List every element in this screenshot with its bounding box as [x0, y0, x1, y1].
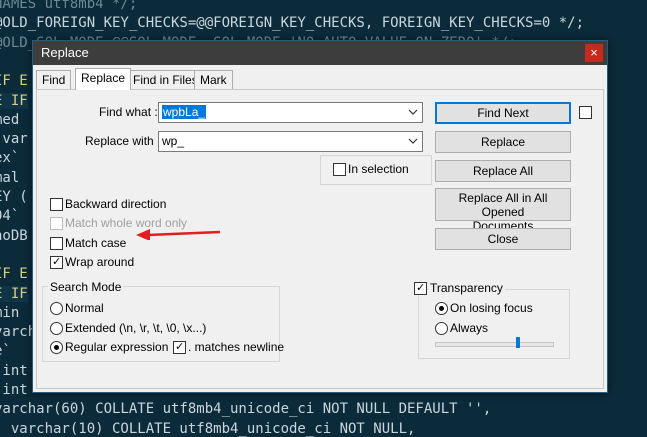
regular-expression-radio[interactable] — [50, 341, 63, 354]
replace-with-value: wp_ — [162, 134, 185, 148]
checkmark-icon: ✓ — [52, 256, 62, 268]
code-line: @OLD_FOREIGN_KEY_CHECKS=@@FOREIGN_KEY_CH… — [0, 15, 585, 32]
code-line: ex` — [0, 150, 20, 167]
tab-find-in-files[interactable]: Find in Files — [127, 70, 204, 90]
code-line: E IF — [0, 285, 28, 302]
code-line: noDB — [0, 227, 28, 244]
checkmark-icon: ✓ — [175, 341, 185, 353]
replace-dialog: Replace × Find Replace Find in Files Mar… — [32, 40, 608, 393]
wrap-around-label: Wrap around — [65, 255, 135, 269]
code-line: var — [2, 131, 28, 148]
replace-all-opened-line1: Replace All in All Opened — [458, 191, 548, 219]
replace-with-label: Replace with : — [85, 134, 161, 148]
close-icon[interactable]: × — [585, 44, 603, 62]
match-case-label: Match case — [65, 236, 127, 250]
code-line: mal — [0, 169, 20, 186]
code-line: NAMES utf8mb4 */; — [0, 0, 138, 12]
tab-find[interactable]: Find — [36, 70, 72, 90]
replace-button-label: Replace — [480, 135, 526, 149]
regular-expression-label: Regular expression — [65, 340, 169, 354]
code-line: 04` — [0, 208, 20, 225]
code-line: IF E — [0, 266, 28, 283]
replace-with-field[interactable]: wp_ — [158, 131, 423, 152]
find-what-value: wpbLa_ — [162, 105, 207, 119]
code-line: int — [2, 382, 28, 398]
find-next-option-checkbox[interactable] — [579, 106, 592, 119]
matches-newline-checkbox[interactable]: ✓ — [173, 341, 186, 354]
in-selection-label: In selection — [348, 162, 409, 176]
tab-replace[interactable]: Replace — [75, 68, 132, 90]
replace-button[interactable]: Replace — [435, 131, 571, 153]
always-label: Always — [450, 321, 489, 335]
dialog-title: Replace — [41, 45, 89, 60]
find-next-button[interactable]: Find Next — [435, 102, 571, 124]
checkmark-icon: ✓ — [416, 282, 426, 294]
on-losing-focus-radio[interactable] — [435, 302, 448, 315]
match-whole-word-checkbox — [50, 217, 63, 230]
code-line: med — [0, 111, 20, 128]
backward-direction-checkbox[interactable] — [50, 198, 63, 211]
backward-direction-label: Backward direction — [65, 197, 167, 211]
match-case-checkbox[interactable] — [50, 237, 63, 250]
chevron-down-icon[interactable] — [406, 133, 420, 149]
code-line: EY ( — [0, 189, 28, 205]
on-losing-focus-label: On losing focus — [450, 301, 533, 315]
code-line: e` — [0, 343, 11, 360]
code-line: IF E — [0, 73, 28, 90]
code-line: E IF — [0, 92, 28, 109]
transparency-title: Transparency — [428, 281, 505, 295]
transparency-slider-thumb[interactable] — [516, 337, 521, 348]
close-button[interactable]: Close — [435, 228, 571, 250]
normal-radio[interactable] — [50, 302, 63, 315]
red-arrow-annotation — [136, 229, 221, 240]
normal-label: Normal — [65, 301, 104, 315]
find-what-label: Find what : — [99, 105, 158, 119]
code-line: min — [0, 304, 20, 321]
replace-all-button[interactable]: Replace All — [435, 160, 571, 182]
tab-mark[interactable]: Mark — [194, 70, 233, 90]
code-line: ` varchar(10) COLLATE utf8mb4_unicode_ci… — [0, 420, 416, 437]
radio-selected-dot — [439, 306, 444, 311]
wrap-around-checkbox[interactable]: ✓ — [50, 256, 63, 269]
chevron-down-icon[interactable] — [406, 104, 420, 120]
find-what-field[interactable]: wpbLa_ — [158, 102, 423, 123]
code-line: `int — [0, 362, 28, 379]
radio-selected-dot — [54, 345, 59, 350]
in-selection-checkbox[interactable] — [333, 163, 346, 176]
replace-all-in-opened-documents-button[interactable]: Replace All in All Opened Documents — [435, 188, 571, 233]
transparency-checkbox[interactable]: ✓ — [414, 282, 427, 295]
search-mode-title: Search Mode — [48, 280, 124, 294]
extended-label: Extended (\n, \r, \t, \0, \x...) — [65, 321, 207, 335]
transparency-slider-track[interactable] — [435, 342, 554, 347]
extended-radio[interactable] — [50, 322, 63, 335]
always-radio[interactable] — [435, 322, 448, 335]
title-bar[interactable]: Replace × — [33, 41, 607, 65]
matches-newline-label: . matches newline — [188, 340, 285, 354]
code-line: varchar(60) COLLATE utf8mb4_unicode_ci N… — [0, 401, 492, 418]
